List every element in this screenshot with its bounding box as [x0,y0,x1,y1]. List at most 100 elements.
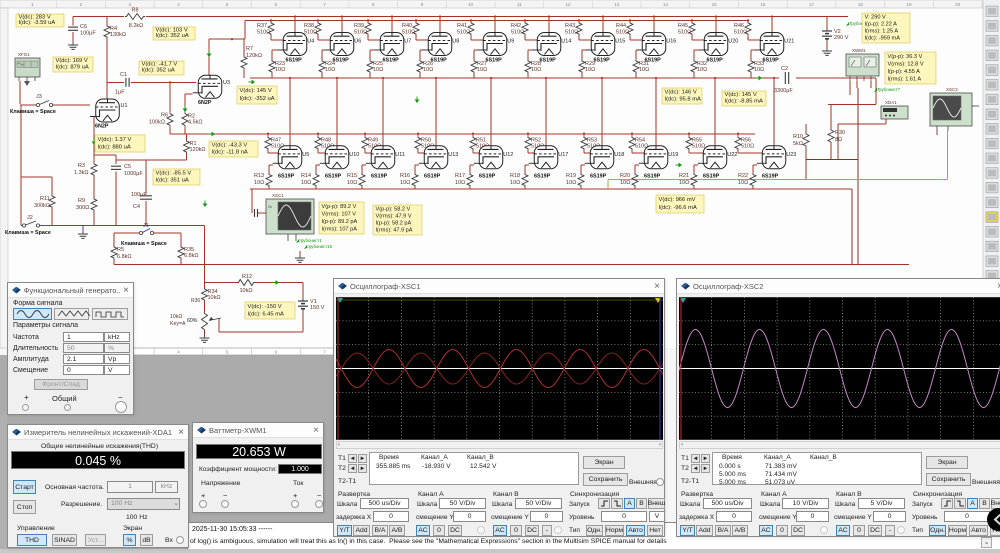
svg-text:10Ω: 10Ω [754,67,764,73]
svg-text:V(rms): 12.8 V: V(rms): 12.8 V [888,61,924,67]
svg-text:R44: R44 [616,23,626,29]
svg-text:V(dc): 146 V: V(dc): 146 V [665,89,697,95]
svg-text:510Ω: 510Ω [565,30,578,36]
svg-text:I(dc): -11.8 nA: I(dc): -11.8 nA [212,149,248,155]
svg-text:1μF: 1μF [115,90,125,96]
svg-text:2x: 2x [268,205,272,209]
svg-text:10kΩ: 10kΩ [170,314,182,320]
svg-text:R8: R8 [131,8,138,14]
svg-text:300kΩ: 300kΩ [34,203,50,209]
svg-text:6S19P: 6S19P [762,174,779,180]
svg-text:XFG1: XFG1 [18,52,30,57]
svg-text:I(rms): 107 pA: I(rms): 107 pA [322,226,358,232]
svg-text:130kΩ: 130kΩ [110,32,126,38]
svg-text:I(dc): -959 mA: I(dc): -959 mA [865,35,901,41]
svg-text:13: 13 [614,2,620,7]
svg-text:U17: U17 [558,152,568,158]
svg-text:I(p-p): 58.2 pA: I(p-p): 58.2 pA [376,220,412,226]
svg-text:16: 16 [760,2,766,7]
svg-text:I(dc): 6.45 mA: I(dc): 6.45 mA [248,311,285,317]
svg-text:V(p-p): 36.3 V: V(p-p): 36.3 V [888,54,923,60]
svg-text:R36: R36 [191,298,200,304]
svg-text:6S19P: 6S19P [286,58,303,64]
svg-text:V(p-p): 89.2 V: V(p-p): 89.2 V [322,204,357,210]
svg-text:I(dc): -96.6 mA: I(dc): -96.6 mA [659,205,697,211]
svg-text:100kΩ: 100kΩ [149,120,165,126]
svg-text:U14: U14 [561,39,571,45]
svg-text:100μF: 100μF [80,31,96,37]
svg-text:I(dc): -8.85 mA: I(dc): -8.85 mA [725,99,763,105]
svg-text:R41: R41 [457,23,467,29]
svg-text:4.5kΩ: 4.5kΩ [188,120,203,126]
svg-text:R10: R10 [793,134,803,140]
svg-text:Трубонист7: Трубонист7 [877,87,901,92]
svg-text:6S19P: 6S19P [486,58,503,64]
svg-text:R46: R46 [734,23,744,29]
svg-text:6S19P: 6S19P [590,174,607,180]
svg-text:U7: U7 [404,39,411,45]
svg-text:300Ω: 300Ω [76,205,89,211]
svg-text:510Ω: 510Ω [741,144,754,150]
svg-text:10Ω: 10Ω [254,180,264,186]
svg-text:R30: R30 [835,130,845,136]
svg-text:XSC2: XSC2 [946,87,958,92]
svg-text:R42: R42 [511,23,521,29]
svg-text:510Ω: 510Ω [402,30,415,36]
svg-text:U6: U6 [354,39,361,45]
svg-text:Клавиша = Space: Клавиша = Space [5,230,51,236]
svg-text:V(dc): 169 V: V(dc): 169 V [56,58,88,64]
svg-text:U15: U15 [615,39,625,45]
svg-text:R5: R5 [117,247,124,253]
svg-text:U3: U3 [223,80,230,86]
svg-text:150 V: 150 V [310,305,325,311]
svg-text:I(p-p): 4.55 A: I(p-p): 4.55 A [888,69,921,75]
svg-text:J2: J2 [27,215,33,221]
svg-text:10Ω: 10Ω [566,180,576,186]
svg-text:R40: R40 [402,23,412,29]
svg-text:510Ω: 510Ω [354,30,367,36]
svg-text:I(dc): 880 uA: I(dc): 880 uA [98,144,131,150]
svg-text:I(dc): 352 uA: I(dc): 352 uA [142,68,175,74]
svg-text:11: 11 [517,2,522,7]
svg-text:I(dc): 352 uA: I(dc): 352 uA [156,33,189,39]
svg-text:6S19P: 6S19P [333,58,350,64]
svg-text:V(rms): 107 V: V(rms): 107 V [322,211,357,217]
svg-text:10Ω: 10Ω [301,180,311,186]
svg-text:R37: R37 [257,23,267,29]
svg-text:U21: U21 [784,39,794,45]
svg-text:6S19P: 6S19P [763,58,780,64]
svg-text:R13: R13 [254,173,264,179]
svg-text:трубонист15: трубонист15 [307,244,333,249]
svg-text:Клавиша = Space: Клавиша = Space [121,241,167,247]
svg-text:10Ω: 10Ω [679,180,689,186]
svg-text:6S19P: 6S19P [278,174,295,180]
svg-text:6S19P: 6S19P [540,58,557,64]
svg-text:U5: U5 [302,152,309,158]
svg-text:120kΩ: 120kΩ [246,53,262,59]
svg-text:10kΩ: 10kΩ [208,295,221,301]
svg-text:R45: R45 [678,23,688,29]
svg-text:R18: R18 [510,173,520,179]
svg-text:V(dc): -43.3 V: V(dc): -43.3 V [212,142,248,148]
svg-text:6S19P: 6S19P [479,174,496,180]
svg-text:U12: U12 [503,152,513,158]
svg-text:I(p-p): 2.22 A: I(p-p): 2.22 A [865,21,898,27]
svg-text:10Ω: 10Ω [697,67,707,73]
svg-text:290 V: 290 V [834,35,849,41]
svg-text:510Ω: 510Ω [511,30,524,36]
svg-text:10Ω: 10Ω [620,180,630,186]
svg-text:10Ω: 10Ω [477,67,487,73]
svg-text:U23: U23 [786,152,796,158]
svg-text:C6: C6 [80,24,87,30]
svg-text:14: 14 [663,2,669,7]
svg-text:6N2P: 6N2P [95,124,109,130]
svg-text:J3: J3 [36,94,42,100]
svg-text:10Ω: 10Ω [423,67,433,73]
svg-text:20: 20 [955,2,961,7]
svg-text:6.8kΩ: 6.8kΩ [117,254,132,260]
svg-text:6S19P: 6S19P [424,174,441,180]
svg-text:6S19P: 6S19P [371,174,388,180]
svg-text:6S19P: 6S19P [383,58,400,64]
svg-text:U16: U16 [666,39,676,45]
svg-text:I(rms): 1.25 A: I(rms): 1.25 A [865,28,899,34]
